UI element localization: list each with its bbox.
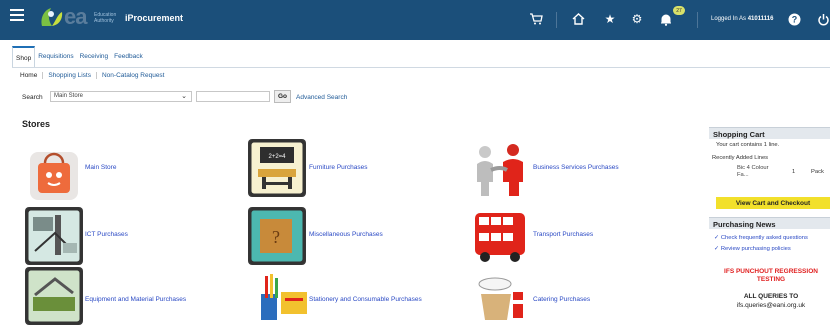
news-item[interactable]: ✓ Review purchasing policies — [714, 246, 791, 252]
advanced-search-link[interactable]: Advanced Search — [296, 94, 347, 101]
app-title: iProcurement — [125, 13, 184, 23]
tab-feedback[interactable]: Feedback — [111, 46, 146, 68]
cart-line-item-name-l1: Bic 4 Colour — [737, 165, 769, 171]
cart-line-qty: 1 — [792, 169, 796, 175]
catering-icon[interactable] — [471, 270, 529, 325]
queries-email[interactable]: ifs.queries@eani.org.uk — [712, 301, 830, 310]
store-link-ict[interactable]: ICT Purchases — [85, 231, 128, 238]
power-icon[interactable] — [814, 10, 830, 28]
home-icon[interactable] — [569, 10, 587, 28]
classroom-desk-icon[interactable]: 2+2=4 — [248, 139, 306, 197]
miscellaneous-box-icon[interactable]: ? — [248, 207, 306, 265]
cart-line-uom: Pack — [811, 169, 824, 175]
cart-line-item-name-l2: Fa... — [737, 172, 749, 178]
help-icon[interactable]: ? — [785, 10, 803, 28]
header-divider — [556, 12, 557, 28]
alert-line-2: TESTING — [756, 276, 786, 283]
subtab-shopping-lists[interactable]: Shopping Lists — [42, 72, 96, 79]
shopping-cart-title: Shopping Cart — [709, 127, 830, 139]
top-header: ea Education Authority iProcurement ★ ⚙ … — [0, 0, 830, 40]
store-link-business-services[interactable]: Business Services Purchases — [533, 164, 619, 171]
stores-heading: Stores — [22, 119, 51, 129]
main-tabs: Shop Requisitions Receiving Feedback — [12, 46, 146, 68]
subtab-home[interactable]: Home — [20, 72, 42, 79]
org-name: Education Authority — [94, 12, 117, 24]
bus-icon[interactable] — [471, 207, 529, 265]
logged-in-label: Logged In As — [711, 16, 747, 22]
purchasing-news-title: Purchasing News — [709, 217, 830, 229]
news-item-label: Review purchasing policies — [720, 246, 791, 252]
subtab-non-catalog-request[interactable]: Non-Catalog Request — [95, 72, 170, 79]
logged-in-status: Logged In As 41011116 — [711, 16, 773, 22]
svg-text:2+2=4: 2+2=4 — [268, 154, 286, 160]
queries-heading: ALL QUERIES TO — [743, 293, 799, 300]
tab-receiving[interactable]: Receiving — [77, 46, 112, 68]
notifications-bell-icon[interactable] — [657, 10, 675, 28]
handshake-icon[interactable] — [471, 140, 529, 198]
store-link-furniture[interactable]: Furniture Purchases — [309, 164, 368, 171]
view-cart-checkout-button[interactable]: View Cart and Checkout — [716, 197, 830, 209]
header-divider — [697, 12, 698, 28]
checkmark-icon: ✓ — [714, 246, 719, 252]
favorites-star-icon[interactable]: ★ — [601, 10, 619, 28]
store-select[interactable]: Main Store ⌄ — [50, 91, 192, 102]
menu-icon[interactable] — [10, 9, 24, 21]
store-link-equipment-material[interactable]: Equipment and Material Purchases — [85, 296, 186, 303]
search-input[interactable] — [196, 91, 270, 102]
regression-testing-notice: IFS PUNCHOUT REGRESSION TESTING — [712, 268, 830, 284]
logo-mark: ea — [64, 4, 88, 29]
equipment-icon[interactable] — [25, 267, 83, 325]
cart-summary: Your cart contains 1 line. — [716, 142, 780, 148]
svg-text:?: ? — [272, 227, 280, 247]
shopping-bag-icon[interactable] — [25, 147, 83, 205]
tab-shop[interactable]: Shop — [12, 46, 36, 68]
tab-requisitions[interactable]: Requisitions — [35, 46, 76, 68]
news-item[interactable]: ✓ Check frequently asked questions — [714, 235, 808, 241]
alert-line-1: IFS PUNCHOUT REGRESSION — [724, 268, 818, 275]
checkmark-icon: ✓ — [714, 235, 719, 241]
notification-count-badge: 27 — [673, 6, 685, 15]
stationery-icon[interactable] — [255, 268, 313, 325]
store-link-miscellaneous[interactable]: Miscellaneous Purchases — [309, 231, 383, 238]
settings-gear-icon[interactable]: ⚙ — [628, 10, 646, 28]
chevron-down-icon: ⌄ — [181, 93, 187, 100]
recently-added-label: Recently Added Lines — [712, 155, 769, 161]
network-computer-icon[interactable] — [25, 207, 83, 265]
search-label: Search — [22, 94, 43, 101]
ea-logo-icon — [41, 8, 63, 26]
store-link-catering[interactable]: Catering Purchases — [533, 296, 590, 303]
svg-text:?: ? — [791, 14, 797, 24]
store-link-transport[interactable]: Transport Purchases — [533, 231, 593, 238]
store-link-main-store[interactable]: Main Store — [85, 164, 116, 171]
store-link-stationery-consumable[interactable]: Stationery and Consumable Purchases — [309, 296, 422, 303]
queries-contact: ALL QUERIES TO ifs.queries@eani.org.uk — [712, 292, 830, 310]
sub-navigation: Home Shopping Lists Non-Catalog Request — [20, 72, 170, 79]
purchasing-news-panel: Purchasing News — [709, 217, 830, 229]
go-button[interactable]: Go — [274, 90, 291, 103]
tab-divider — [12, 67, 830, 68]
user-id: 41011116 — [747, 16, 774, 22]
shopping-cart-panel: Shopping Cart — [709, 127, 830, 139]
cart-icon[interactable] — [527, 10, 545, 28]
news-item-label: Check frequently asked questions — [720, 235, 808, 241]
store-select-value: Main Store — [54, 93, 84, 99]
cart-line-item-name[interactable]: Bic 4 Colour Fa... — [737, 165, 769, 179]
